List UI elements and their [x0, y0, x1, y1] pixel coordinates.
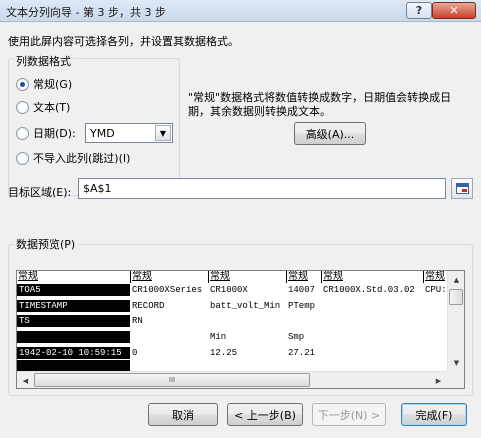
dropdown-arrow-icon[interactable]: ▼ [155, 125, 171, 141]
format-description: "常规"数据格式将数值转换成数字，日期值会转换成日期，其余数据则转换成文本。 [188, 91, 452, 118]
help-button[interactable]: ? [406, 2, 432, 19]
preview-cell[interactable]: RN [130, 315, 208, 327]
preview-cell[interactable] [17, 331, 130, 343]
preview-cell[interactable] [208, 315, 286, 327]
preview-cell[interactable]: 0 [130, 347, 208, 359]
column-header[interactable]: 常规 [286, 271, 321, 283]
preview-cell[interactable]: RECORD [130, 300, 208, 312]
preview-cell[interactable]: 1942-02-10 10:59:15 [17, 347, 130, 359]
preview-cell[interactable]: Min [208, 331, 286, 343]
vertical-scrollbar[interactable]: ▲ ▼ [447, 271, 464, 371]
preview-cell[interactable]: 14007 [286, 284, 321, 296]
radio-date[interactable]: 日期(D): [16, 125, 76, 141]
advanced-button[interactable]: 高级(A)... [294, 122, 366, 145]
preview-cell[interactable] [321, 315, 423, 327]
destination-input[interactable]: $A$1 [78, 178, 446, 199]
preview-cell[interactable] [423, 315, 447, 327]
preview-cell[interactable] [423, 300, 447, 312]
radio-general[interactable]: 常规(G) [16, 76, 72, 92]
preview-cell[interactable]: CR1000X.Std.03.02 [321, 284, 423, 296]
radio-checked-icon [16, 77, 29, 91]
preview-cell[interactable]: 27.21 [286, 347, 321, 359]
data-preview-grid[interactable]: 常规 常规 常规 常规 常规 常规 TOA5 CR1000XSeries CR1… [16, 270, 465, 389]
date-format-value: YMD [90, 127, 115, 140]
destination-value: $A$1 [83, 182, 112, 195]
collapse-dialog-button[interactable] [451, 178, 473, 199]
radio-skip-column[interactable]: 不导入此列(跳过)(I) [16, 150, 130, 166]
preview-cell[interactable] [423, 331, 447, 343]
horizontal-scrollbar[interactable]: ◀ III ▶ [17, 371, 447, 388]
radio-unchecked-icon [16, 151, 29, 165]
preview-cell[interactable]: CPU: [423, 284, 447, 296]
scroll-right-icon[interactable]: ▶ [430, 372, 447, 389]
preview-cell[interactable] [423, 347, 447, 359]
radio-skip-label: 不导入此列(跳过)(I) [33, 152, 131, 165]
preview-cell[interactable]: CR1000X [208, 284, 286, 296]
preview-cell[interactable]: Smp [286, 331, 321, 343]
radio-unchecked-icon [16, 126, 29, 140]
radio-general-label: 常规(G) [33, 78, 73, 91]
cancel-button[interactable]: 取消 [148, 403, 218, 426]
preview-cell[interactable] [321, 300, 423, 312]
preview-row: TIMESTAMP RECORD batt_volt_Min PTemp [17, 300, 447, 312]
vertical-scroll-thumb[interactable] [449, 289, 463, 305]
column-header[interactable]: 常规 [321, 271, 423, 283]
dialog-body: 使用此屏内容可选择各列，并设置其数据格式。 列数据格式 常规(G) 文本(T) … [0, 23, 481, 438]
preview-cell[interactable]: TOA5 [17, 284, 130, 296]
column-header[interactable]: 常规 [17, 271, 130, 283]
preview-cell[interactable] [130, 331, 208, 343]
radio-unchecked-icon [16, 100, 29, 114]
preview-cell[interactable]: CR1000XSeries [130, 284, 208, 296]
column-header[interactable]: 常规 [208, 271, 286, 283]
column-header[interactable]: 常规 [130, 271, 208, 283]
column-format-legend: 列数据格式 [14, 53, 73, 69]
scroll-left-icon[interactable]: ◀ [17, 372, 34, 389]
preview-cell[interactable]: 12.25 [208, 347, 286, 359]
preview-cell[interactable]: PTemp [286, 300, 321, 312]
radio-text[interactable]: 文本(T) [16, 99, 70, 115]
preview-header-row: 常规 常规 常规 常规 常规 常规 [17, 271, 447, 283]
destination-label: 目标区域(E): [8, 186, 72, 199]
preview-row: TOA5 CR1000XSeries CR1000X 14007 CR1000X… [17, 284, 447, 296]
preview-cell[interactable]: TS [17, 315, 130, 327]
scroll-down-icon[interactable]: ▼ [448, 354, 465, 371]
preview-row: TS RN [17, 315, 447, 327]
preview-cell[interactable] [286, 315, 321, 327]
close-button[interactable]: ✕ [432, 2, 476, 19]
back-button[interactable]: < 上一步(B) [227, 403, 303, 426]
preview-cell[interactable]: TIMESTAMP [17, 300, 130, 312]
preview-cell[interactable]: batt_volt_Min [208, 300, 286, 312]
preview-row: 1942-02-10 10:59:15 0 12.25 27.21 [17, 347, 447, 359]
selected-column-fill [17, 360, 130, 371]
preview-row: Min Smp [17, 331, 447, 343]
scrollbar-corner [447, 371, 464, 388]
instructions-text: 使用此屏内容可选择各列，并设置其数据格式。 [8, 35, 239, 48]
window-title: 文本分列向导 - 第 3 步，共 3 步 [6, 6, 166, 19]
data-preview-viewport: 常规 常规 常规 常规 常规 常规 TOA5 CR1000XSeries CR1… [17, 271, 447, 371]
radio-text-label: 文本(T) [33, 101, 71, 114]
scroll-up-icon[interactable]: ▲ [448, 271, 465, 288]
radio-date-label: 日期(D): [33, 127, 76, 140]
preview-cell[interactable] [321, 331, 423, 343]
collapse-dialog-icon [455, 183, 469, 194]
next-button[interactable]: 下一步(N) > [312, 403, 386, 426]
column-header[interactable]: 常规 [423, 271, 447, 283]
date-format-select[interactable]: YMD ▼ [85, 123, 173, 143]
horizontal-scroll-thumb[interactable]: III [34, 373, 310, 387]
preview-cell[interactable] [321, 347, 423, 359]
title-bar: 文本分列向导 - 第 3 步，共 3 步 ? ✕ [0, 0, 481, 22]
finish-button[interactable]: 完成(F) [401, 403, 467, 426]
data-preview-legend: 数据预览(P) [14, 236, 78, 252]
